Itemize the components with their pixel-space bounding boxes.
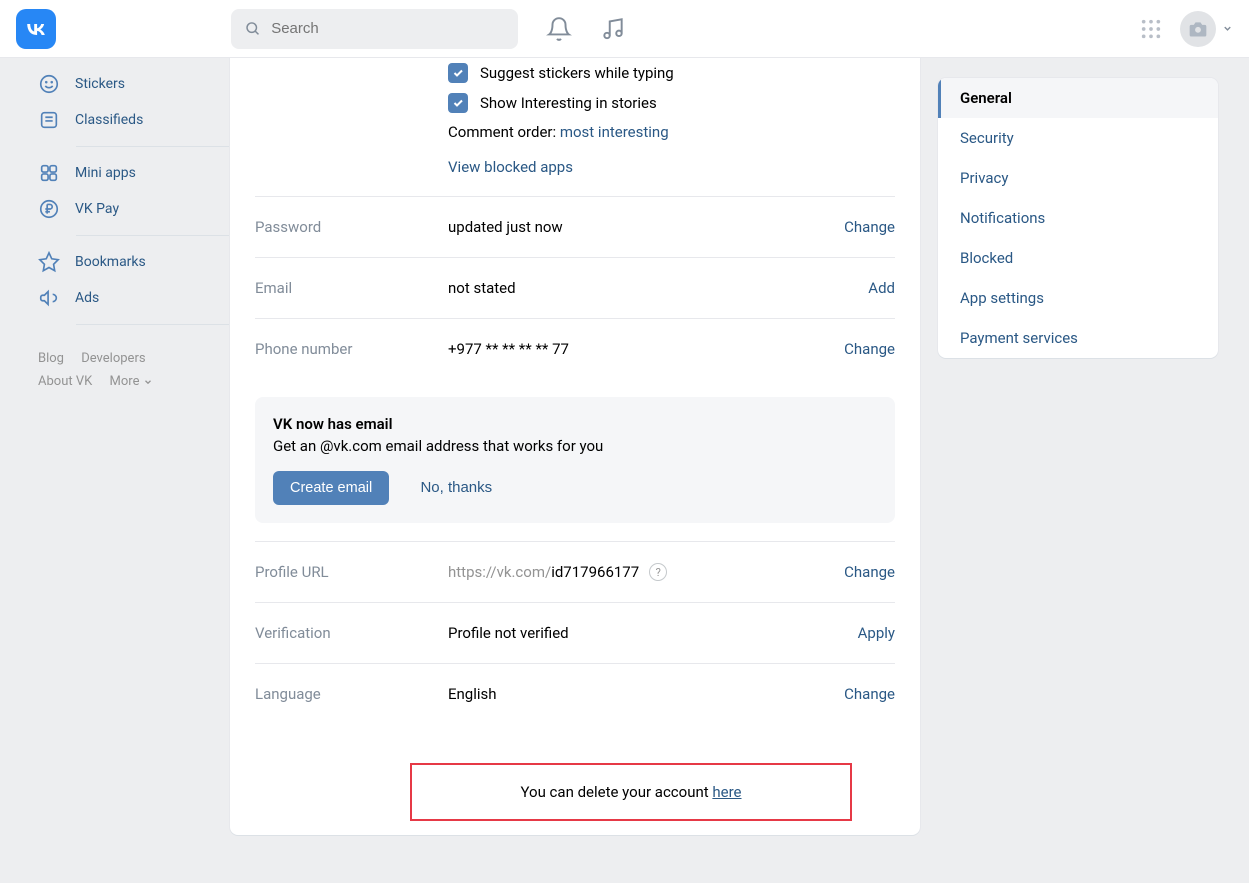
- setting-label: Email: [255, 279, 448, 297]
- settings-nav-card: General Security Privacy Notifications B…: [938, 78, 1218, 358]
- search-box[interactable]: [231, 9, 518, 49]
- checkbox-checked-icon: [448, 93, 468, 113]
- view-blocked-link[interactable]: View blocked apps: [448, 158, 573, 176]
- comment-order-row: Comment order: most interesting: [255, 118, 895, 146]
- setting-row-language: Language English Change: [255, 663, 895, 724]
- divider: [76, 324, 230, 325]
- apply-verification-link[interactable]: Apply: [858, 624, 895, 642]
- footer-blog-link[interactable]: Blog: [38, 347, 64, 370]
- sidebar-item-label: Classifieds: [75, 112, 143, 128]
- setting-label: Language: [255, 685, 448, 703]
- email-promo-box: VK now has email Get an @vk.com email ad…: [255, 397, 895, 523]
- search-input[interactable]: [271, 20, 504, 37]
- view-blocked-row: View blocked apps: [255, 146, 895, 196]
- comment-order-link[interactable]: most interesting: [560, 123, 669, 141]
- divider: [76, 235, 230, 236]
- setting-label: Profile URL: [255, 563, 448, 581]
- setting-label: Verification: [255, 624, 448, 642]
- checkbox-label: Suggest stickers while typing: [480, 64, 674, 82]
- ruble-icon: [38, 198, 60, 220]
- delete-account-link[interactable]: here: [712, 783, 741, 801]
- checkbox-row-suggest-stickers[interactable]: Suggest stickers while typing: [255, 58, 895, 88]
- classifieds-icon: [38, 109, 60, 131]
- setting-row-phone: Phone number +977 ** ** ** ** 77 Change: [255, 318, 895, 379]
- sidebar-item-ads[interactable]: Ads: [38, 280, 230, 316]
- checkbox-checked-icon: [448, 63, 468, 83]
- setting-row-email: Email not stated Add: [255, 257, 895, 318]
- change-phone-link[interactable]: Change: [844, 340, 895, 358]
- checkbox-row-interesting-stories[interactable]: Show Interesting in stories: [255, 88, 895, 118]
- sidebar-item-vkpay[interactable]: VK Pay: [38, 191, 230, 227]
- setting-row-profile-url: Profile URL https://vk.com/id717966177 ?…: [255, 541, 895, 602]
- rail-item-blocked[interactable]: Blocked: [938, 238, 1218, 278]
- sidebar-item-label: Mini apps: [75, 165, 136, 181]
- apps-grid-icon[interactable]: [1140, 18, 1162, 40]
- chevron-down-icon: [1222, 23, 1233, 34]
- setting-label: Password: [255, 218, 448, 236]
- setting-value: https://vk.com/id717966177 ?: [448, 563, 844, 581]
- rail-item-notifications[interactable]: Notifications: [938, 198, 1218, 238]
- megaphone-icon: [38, 287, 60, 309]
- create-email-button[interactable]: Create email: [273, 471, 389, 505]
- change-password-link[interactable]: Change: [844, 218, 895, 236]
- setting-label: Phone number: [255, 340, 448, 358]
- sidebar-item-label: Bookmarks: [75, 254, 146, 270]
- url-id: id717966177: [551, 563, 639, 581]
- star-icon: [38, 251, 60, 273]
- comment-order-label: Comment order:: [448, 123, 560, 141]
- rail-item-payment-services[interactable]: Payment services: [938, 318, 1218, 358]
- promo-desc: Get an @vk.com email address that works …: [273, 437, 877, 455]
- setting-value: Profile not verified: [448, 624, 858, 642]
- url-prefix: https://vk.com/: [448, 563, 551, 581]
- main-settings-panel: Suggest stickers while typing Show Inter…: [230, 58, 920, 835]
- sidebar-item-label: Stickers: [75, 76, 125, 92]
- promo-title: VK now has email: [273, 415, 877, 433]
- camera-icon: [1188, 19, 1208, 39]
- divider: [76, 146, 230, 147]
- setting-value: updated just now: [448, 218, 844, 236]
- sidebar-item-miniapps[interactable]: Mini apps: [38, 155, 230, 191]
- setting-value: English: [448, 685, 844, 703]
- rail-item-privacy[interactable]: Privacy: [938, 158, 1218, 198]
- avatar: [1180, 11, 1216, 47]
- sidebar-item-classifieds[interactable]: Classifieds: [38, 102, 230, 138]
- right-rail: General Security Privacy Notifications B…: [938, 58, 1218, 835]
- chevron-down-icon: [143, 377, 153, 387]
- add-email-link[interactable]: Add: [868, 279, 895, 297]
- apps-icon: [38, 162, 60, 184]
- profile-menu[interactable]: [1180, 11, 1233, 47]
- delete-account-text: You can delete your account: [520, 783, 712, 801]
- sidebar-item-label: VK Pay: [75, 201, 119, 217]
- bell-icon[interactable]: [546, 16, 572, 42]
- vk-logo[interactable]: [16, 9, 56, 49]
- sidebar-item-label: Ads: [75, 290, 99, 306]
- checkbox-label: Show Interesting in stories: [480, 94, 657, 112]
- sidebar-item-bookmarks[interactable]: Bookmarks: [38, 244, 230, 280]
- sidebar-item-stickers[interactable]: Stickers: [38, 66, 230, 102]
- setting-value: not stated: [448, 279, 868, 297]
- sidebar-footer: Blog Developers About VK More: [38, 333, 230, 394]
- change-url-link[interactable]: Change: [844, 563, 895, 581]
- footer-more-link[interactable]: More: [110, 370, 153, 393]
- help-icon[interactable]: ?: [649, 563, 667, 581]
- left-sidebar: Stickers Classifieds Mini apps VK Pay: [0, 58, 230, 835]
- rail-item-general[interactable]: General: [938, 78, 1218, 118]
- top-header: [0, 0, 1249, 58]
- search-icon: [245, 20, 261, 38]
- no-thanks-button[interactable]: No, thanks: [420, 479, 492, 496]
- setting-row-verification: Verification Profile not verified Apply: [255, 602, 895, 663]
- footer-about-link[interactable]: About VK: [38, 370, 92, 393]
- change-language-link[interactable]: Change: [844, 685, 895, 703]
- rail-item-security[interactable]: Security: [938, 118, 1218, 158]
- setting-row-password: Password updated just now Change: [255, 196, 895, 257]
- rail-item-app-settings[interactable]: App settings: [938, 278, 1218, 318]
- footer-developers-link[interactable]: Developers: [81, 347, 145, 370]
- music-icon[interactable]: [600, 16, 626, 42]
- delete-account-box: You can delete your account here: [410, 763, 852, 821]
- smile-icon: [38, 73, 60, 95]
- setting-value: +977 ** ** ** ** 77: [448, 340, 844, 358]
- vk-logo-icon: [24, 17, 48, 41]
